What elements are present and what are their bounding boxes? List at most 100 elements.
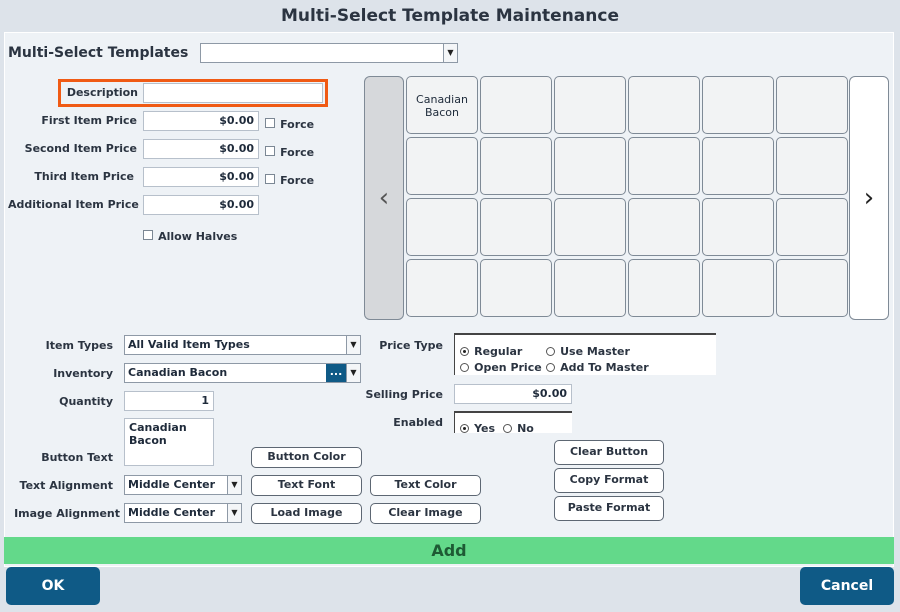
text-font-button[interactable]: Text Font: [251, 475, 362, 496]
third-price-input[interactable]: $0.00: [143, 167, 259, 187]
grid-button[interactable]: [406, 259, 478, 317]
image-alignment-label: Image Alignment: [14, 507, 120, 520]
grid-button[interactable]: [406, 198, 478, 256]
image-alignment-dropdown[interactable]: Middle Center ▼: [124, 503, 242, 523]
grid-button[interactable]: [554, 198, 626, 256]
text-color-button[interactable]: Text Color: [370, 475, 481, 496]
enabled-group: Yes No: [454, 411, 572, 436]
radio-selected-icon: [460, 424, 469, 433]
second-price-input[interactable]: $0.00: [143, 139, 259, 159]
inventory-dropdown[interactable]: Canadian Bacon ... ▼: [124, 363, 361, 383]
inventory-label: Inventory: [53, 367, 113, 380]
grid-button[interactable]: [628, 76, 700, 134]
enabled-yes-radio[interactable]: Yes: [460, 417, 495, 436]
grid-button[interactable]: [480, 76, 552, 134]
force-label: Force: [280, 174, 315, 187]
inventory-browse-button[interactable]: ...: [326, 364, 346, 382]
selling-price-label: Selling Price: [365, 388, 443, 401]
grid-button[interactable]: [554, 259, 626, 317]
checkbox-icon: [265, 118, 275, 128]
add-button[interactable]: Add: [4, 537, 894, 564]
quantity-input[interactable]: 1: [124, 391, 214, 411]
allow-halves-checkbox[interactable]: Allow Halves: [143, 225, 237, 244]
additional-price-label: Additional Item Price: [8, 198, 139, 211]
first-force-checkbox[interactable]: Force: [265, 113, 314, 132]
grid-button[interactable]: [480, 198, 552, 256]
grid-button[interactable]: [776, 137, 848, 195]
description-label: Description: [66, 86, 138, 99]
grid-button[interactable]: Canadian Bacon: [406, 76, 478, 134]
price-type-group: Regular Use Master Open Price Add To Mas…: [454, 333, 716, 375]
inventory-value: Canadian Bacon: [128, 366, 228, 379]
additional-price-input[interactable]: $0.00: [143, 195, 259, 215]
checkbox-icon: [265, 146, 275, 156]
item-types-dropdown[interactable]: All Valid Item Types ▼: [124, 335, 361, 355]
radio-icon: [460, 363, 469, 372]
first-price-label: First Item Price: [41, 114, 137, 127]
enabled-yes-label: Yes: [474, 422, 496, 435]
button-grid: Canadian Bacon: [406, 76, 848, 320]
grid-button[interactable]: [628, 259, 700, 317]
ok-button[interactable]: OK: [6, 567, 100, 605]
clear-image-button[interactable]: Clear Image: [370, 503, 481, 524]
grid-button[interactable]: [628, 137, 700, 195]
radio-icon: [503, 424, 512, 433]
selling-price-input[interactable]: $0.00: [454, 384, 572, 404]
dropdown-arrow-icon: ▼: [227, 476, 241, 494]
window-title: Multi-Select Template Maintenance: [281, 6, 619, 26]
force-label: Force: [280, 146, 315, 159]
enabled-no-label: No: [517, 422, 534, 435]
prev-page-button[interactable]: ‹: [364, 76, 404, 320]
description-input[interactable]: [143, 83, 323, 103]
radio-icon: [546, 363, 555, 372]
clear-button-button[interactable]: Clear Button: [554, 440, 664, 465]
grid-button[interactable]: [628, 198, 700, 256]
force-label: Force: [280, 118, 315, 131]
text-alignment-label: Text Alignment: [19, 479, 113, 492]
enabled-no-radio[interactable]: No: [503, 417, 534, 436]
dropdown-arrow-icon: ▼: [443, 44, 457, 62]
grid-button[interactable]: [480, 259, 552, 317]
grid-button[interactable]: [702, 259, 774, 317]
button-text-label: Button Text: [41, 451, 113, 464]
grid-button[interactable]: [702, 137, 774, 195]
price-type-open-price-label: Open Price: [474, 361, 542, 374]
radio-selected-icon: [460, 347, 469, 356]
grid-button[interactable]: [406, 137, 478, 195]
checkbox-icon: [265, 174, 275, 184]
paste-format-button[interactable]: Paste Format: [554, 496, 664, 521]
grid-button[interactable]: [554, 137, 626, 195]
templates-dropdown[interactable]: ▼: [200, 43, 458, 63]
grid-button[interactable]: [480, 137, 552, 195]
grid-button[interactable]: [554, 76, 626, 134]
cancel-button[interactable]: Cancel: [800, 567, 894, 605]
copy-format-button[interactable]: Copy Format: [554, 468, 664, 493]
price-type-add-to-master-radio[interactable]: Add To Master: [546, 356, 649, 375]
price-type-open-price-radio[interactable]: Open Price: [460, 356, 542, 375]
dropdown-arrow-icon: ▼: [227, 504, 241, 522]
dropdown-arrow-icon: ▼: [346, 336, 360, 354]
grid-button[interactable]: [776, 76, 848, 134]
first-price-input[interactable]: $0.00: [143, 111, 259, 131]
allow-halves-label: Allow Halves: [158, 230, 238, 243]
text-alignment-dropdown[interactable]: Middle Center ▼: [124, 475, 242, 495]
button-color-button[interactable]: Button Color: [251, 447, 362, 468]
quantity-label: Quantity: [59, 395, 113, 408]
enabled-label: Enabled: [393, 416, 443, 429]
button-text-input[interactable]: Canadian Bacon: [124, 418, 214, 466]
next-page-button[interactable]: ›: [849, 76, 889, 320]
third-force-checkbox[interactable]: Force: [265, 169, 314, 188]
grid-button[interactable]: [702, 198, 774, 256]
chevron-left-icon: ‹: [378, 183, 390, 213]
grid-button[interactable]: [776, 198, 848, 256]
load-image-button[interactable]: Load Image: [251, 503, 362, 524]
text-alignment-value: Middle Center: [128, 478, 216, 491]
grid-button[interactable]: [702, 76, 774, 134]
grid-button[interactable]: [776, 259, 848, 317]
second-force-checkbox[interactable]: Force: [265, 141, 314, 160]
dropdown-arrow-icon: ▼: [346, 364, 360, 382]
templates-label: Multi-Select Templates: [8, 45, 189, 61]
radio-icon: [546, 347, 555, 356]
checkbox-icon: [143, 230, 153, 240]
third-price-label: Third Item Price: [34, 170, 134, 183]
